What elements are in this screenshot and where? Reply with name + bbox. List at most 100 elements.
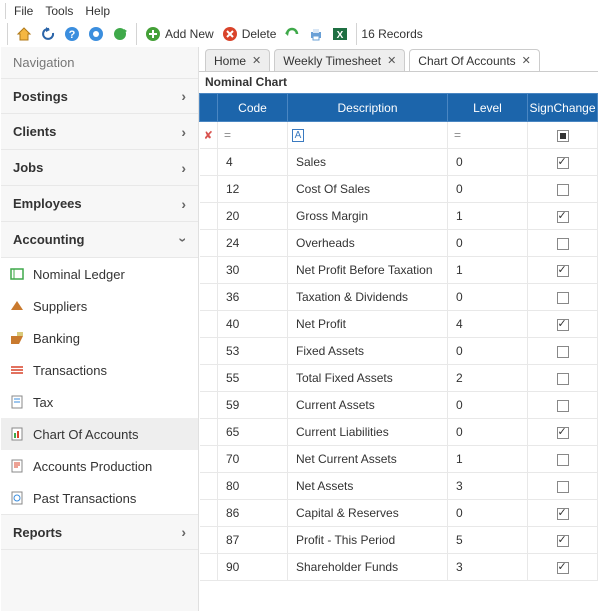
cell-level[interactable]: 5 [448, 527, 528, 554]
data-grid[interactable]: Code Description Level SignChange ✘ = A … [199, 93, 598, 611]
filter-signchange[interactable] [528, 122, 598, 149]
col-header-level[interactable]: Level [448, 94, 528, 122]
print-icon[interactable] [304, 24, 328, 44]
col-header-code[interactable]: Code [218, 94, 288, 122]
nav-group-reports[interactable]: Reports › [1, 514, 198, 550]
table-row[interactable]: 87Profit - This Period5 [200, 527, 598, 554]
table-row[interactable]: 30Net Profit Before Taxation1 [200, 257, 598, 284]
cell-level[interactable]: 0 [448, 392, 528, 419]
pin-icon[interactable]: ✘ [204, 130, 213, 142]
menu-file[interactable]: File [8, 2, 39, 20]
cell-level[interactable]: 0 [448, 176, 528, 203]
cell-description[interactable]: Gross Margin [288, 203, 448, 230]
nav-group-postings[interactable]: Postings › [1, 78, 198, 114]
cell-code[interactable]: 90 [218, 554, 288, 581]
cell-signchange[interactable] [528, 338, 598, 365]
tab-home[interactable]: Home ✕ [205, 49, 270, 71]
cell-code[interactable]: 12 [218, 176, 288, 203]
table-row[interactable]: 55Total Fixed Assets2 [200, 365, 598, 392]
cell-level[interactable]: 1 [448, 203, 528, 230]
nav-item-chart-of-accounts[interactable]: Chart Of Accounts [1, 418, 198, 450]
table-row[interactable]: 53Fixed Assets0 [200, 338, 598, 365]
nav-group-jobs[interactable]: Jobs › [1, 150, 198, 186]
cell-signchange[interactable] [528, 527, 598, 554]
cell-level[interactable]: 3 [448, 473, 528, 500]
cell-description[interactable]: Capital & Reserves [288, 500, 448, 527]
cell-signchange[interactable] [528, 230, 598, 257]
cell-code[interactable]: 36 [218, 284, 288, 311]
home-icon[interactable] [12, 24, 36, 44]
add-new-button[interactable]: Add New [141, 24, 218, 44]
table-row[interactable]: 90Shareholder Funds3 [200, 554, 598, 581]
cell-description[interactable]: Net Profit Before Taxation [288, 257, 448, 284]
refresh-green-icon[interactable] [280, 24, 304, 44]
cell-code[interactable]: 59 [218, 392, 288, 419]
tab-weekly-timesheet[interactable]: Weekly Timesheet ✕ [274, 49, 405, 71]
cell-signchange[interactable] [528, 392, 598, 419]
cell-description[interactable]: Net Profit [288, 311, 448, 338]
cell-level[interactable]: 1 [448, 446, 528, 473]
nav-item-transactions[interactable]: Transactions [1, 354, 198, 386]
nav-item-past-transactions[interactable]: Past Transactions [1, 482, 198, 514]
nav-item-banking[interactable]: Banking [1, 322, 198, 354]
cell-code[interactable]: 87 [218, 527, 288, 554]
config-icon[interactable] [84, 24, 108, 44]
cell-code[interactable]: 24 [218, 230, 288, 257]
cell-level[interactable]: 0 [448, 338, 528, 365]
nav-group-employees[interactable]: Employees › [1, 186, 198, 222]
filter-code[interactable]: = [218, 122, 288, 149]
cell-level[interactable]: 0 [448, 149, 528, 176]
cell-signchange[interactable] [528, 284, 598, 311]
delete-button[interactable]: Delete [218, 24, 281, 44]
cell-description[interactable]: Cost Of Sales [288, 176, 448, 203]
table-row[interactable]: 4Sales0 [200, 149, 598, 176]
cell-signchange[interactable] [528, 149, 598, 176]
cell-level[interactable]: 0 [448, 284, 528, 311]
cell-signchange[interactable] [528, 176, 598, 203]
cell-description[interactable]: Sales [288, 149, 448, 176]
table-row[interactable]: 12Cost Of Sales0 [200, 176, 598, 203]
nav-item-tax[interactable]: Tax [1, 386, 198, 418]
filter-level[interactable]: = [448, 122, 528, 149]
refresh-back-icon[interactable] [36, 24, 60, 44]
filter-description[interactable]: A [288, 122, 448, 149]
cell-level[interactable]: 0 [448, 500, 528, 527]
cell-description[interactable]: Net Current Assets [288, 446, 448, 473]
cell-signchange[interactable] [528, 500, 598, 527]
table-row[interactable]: 24Overheads0 [200, 230, 598, 257]
col-header-pin[interactable] [200, 94, 218, 122]
col-header-description[interactable]: Description [288, 94, 448, 122]
cell-code[interactable]: 86 [218, 500, 288, 527]
menu-tools[interactable]: Tools [39, 2, 79, 20]
col-header-signchange[interactable]: SignChange [528, 94, 598, 122]
cell-signchange[interactable] [528, 554, 598, 581]
cell-description[interactable]: Overheads [288, 230, 448, 257]
close-icon[interactable]: ✕ [252, 54, 261, 67]
cell-signchange[interactable] [528, 257, 598, 284]
cell-code[interactable]: 30 [218, 257, 288, 284]
cell-level[interactable]: 3 [448, 554, 528, 581]
close-icon[interactable]: ✕ [387, 54, 396, 67]
cell-level[interactable]: 0 [448, 230, 528, 257]
table-row[interactable]: 80Net Assets3 [200, 473, 598, 500]
nav-group-accounting[interactable]: Accounting › [1, 222, 198, 258]
cell-code[interactable]: 40 [218, 311, 288, 338]
cell-level[interactable]: 1 [448, 257, 528, 284]
cell-signchange[interactable] [528, 473, 598, 500]
cell-signchange[interactable] [528, 203, 598, 230]
cell-signchange[interactable] [528, 311, 598, 338]
nav-item-suppliers[interactable]: Suppliers [1, 290, 198, 322]
cell-signchange[interactable] [528, 419, 598, 446]
cell-code[interactable]: 20 [218, 203, 288, 230]
table-row[interactable]: 59Current Assets0 [200, 392, 598, 419]
cell-description[interactable]: Taxation & Dividends [288, 284, 448, 311]
excel-export-icon[interactable]: X [328, 24, 352, 44]
table-row[interactable]: 20Gross Margin1 [200, 203, 598, 230]
cell-description[interactable]: Fixed Assets [288, 338, 448, 365]
table-row[interactable]: 86Capital & Reserves0 [200, 500, 598, 527]
cell-code[interactable]: 55 [218, 365, 288, 392]
table-row[interactable]: 70Net Current Assets1 [200, 446, 598, 473]
cell-signchange[interactable] [528, 446, 598, 473]
table-row[interactable]: 65Current Liabilities0 [200, 419, 598, 446]
cell-code[interactable]: 65 [218, 419, 288, 446]
